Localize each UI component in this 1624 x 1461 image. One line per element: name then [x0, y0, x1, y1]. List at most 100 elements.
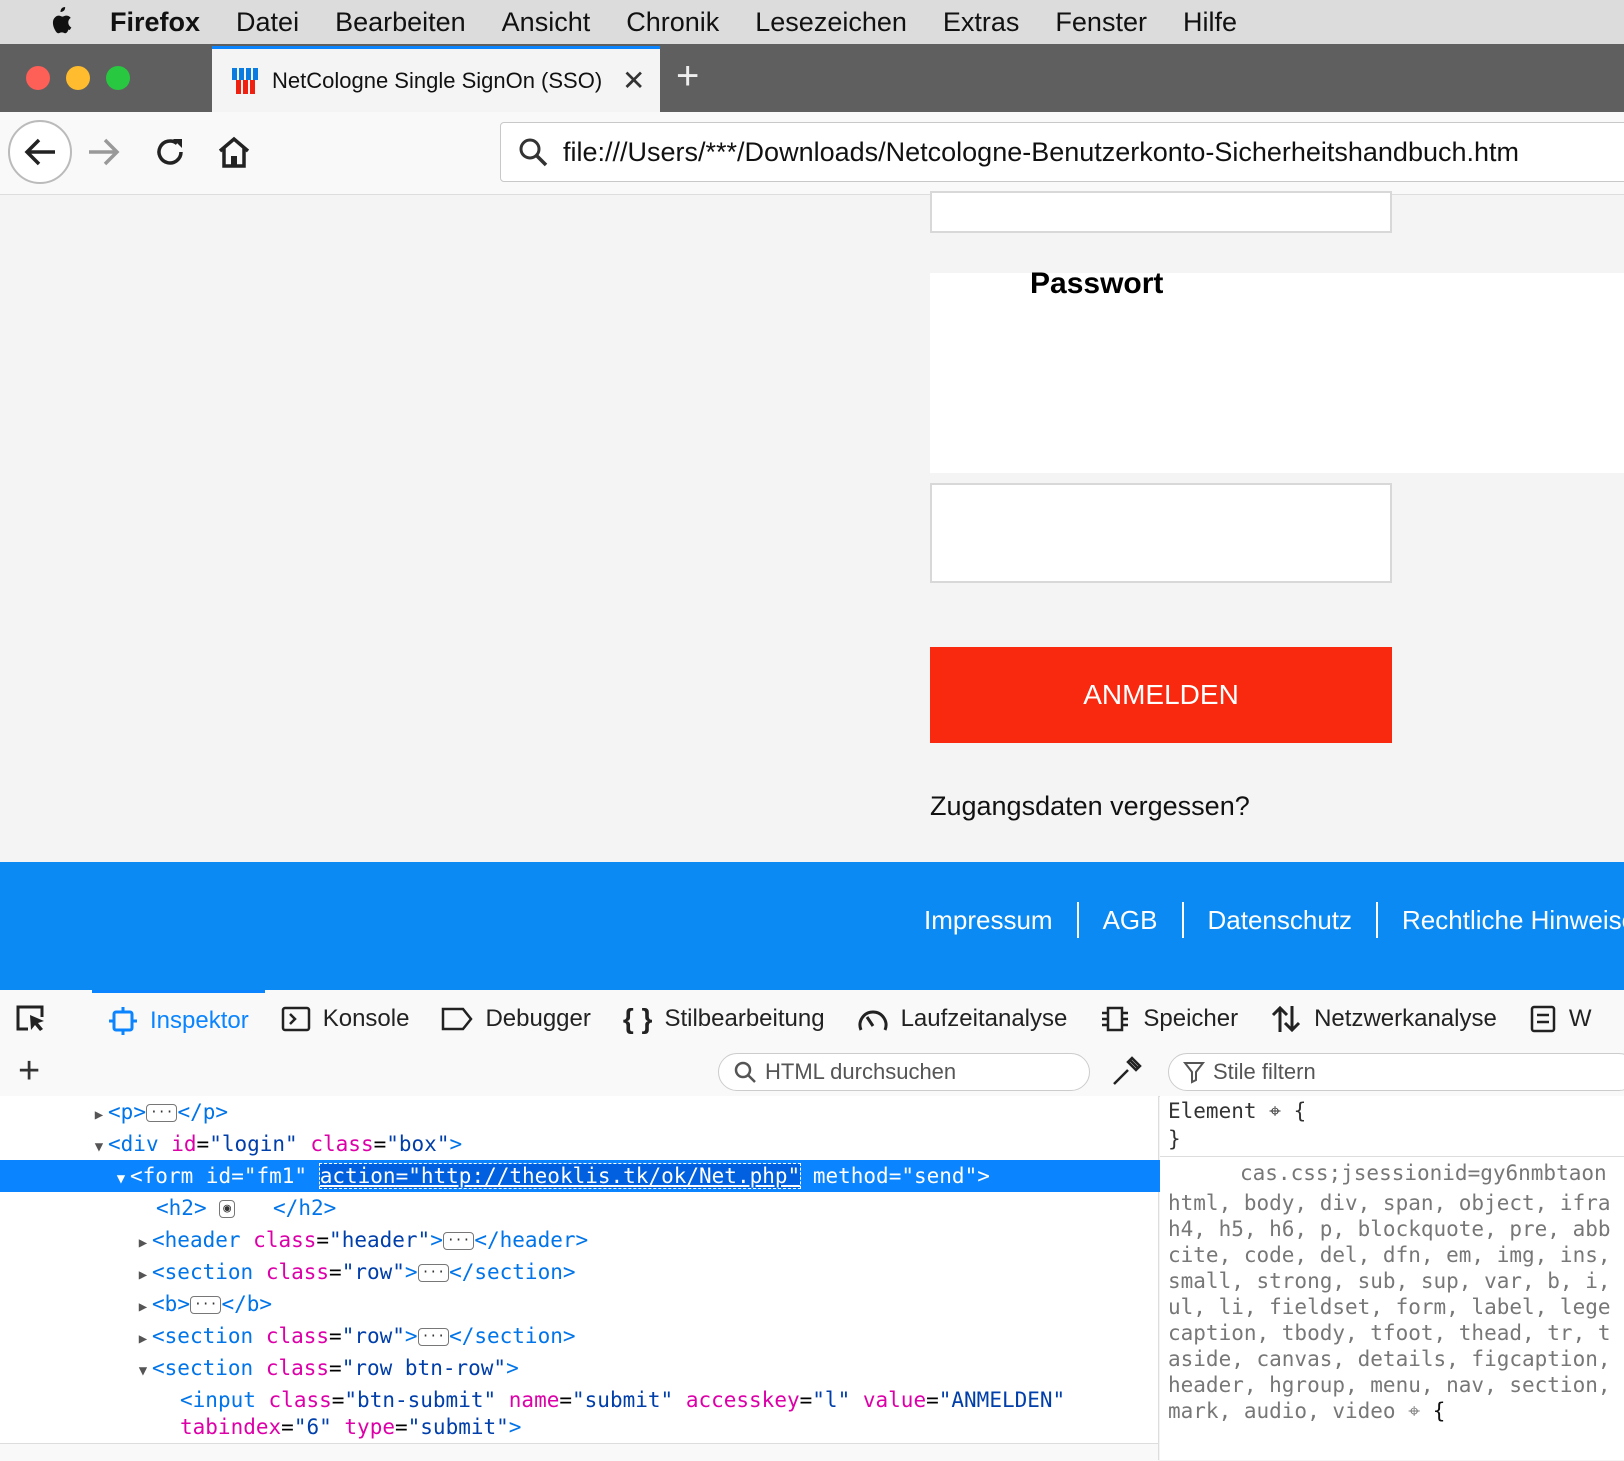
devtools-tab-konsole[interactable]: Konsole [281, 990, 410, 1048]
footer-link-agb[interactable]: AGB [1103, 905, 1158, 936]
new-tab-plus-icon[interactable]: + [676, 54, 699, 99]
markup-node-section-row[interactable]: ▶ <section class="row"> ··· </section> [0, 1256, 1292, 1288]
mac-menu-bar: Firefox Datei Bearbeiten Ansicht Chronik… [0, 0, 1624, 44]
devtools-tab-inspektor[interactable]: Inspektor [92, 990, 265, 1048]
storage-icon [1530, 1005, 1556, 1033]
expand-arrow-icon[interactable]: ▶ [134, 1291, 152, 1323]
reload-button[interactable] [138, 120, 202, 184]
html-search-input[interactable]: HTML durchsuchen [718, 1053, 1090, 1091]
forgot-credentials-link[interactable]: Zugangsdaten vergessen? [930, 791, 1250, 822]
expand-arrow-icon[interactable]: ▶ [134, 1259, 152, 1291]
expand-arrow-icon[interactable]: ▶ [134, 1227, 152, 1259]
menu-extras[interactable]: Extras [943, 7, 1020, 38]
rules-view: Element ⌖ { } cas.css;jsessionid=gy6nmbt… [1160, 1096, 1624, 1460]
footer-separator [1076, 902, 1079, 938]
password-input[interactable] [930, 483, 1392, 583]
anmelden-submit-button[interactable]: ANMELDEN [930, 647, 1392, 743]
url-bar[interactable]: file:///Users/***/Downloads/Netcologne-B… [500, 122, 1624, 182]
collapsed-dots-icon[interactable]: ··· [417, 1264, 450, 1282]
rule-selector-line: mark, audio, video ⌖ { [1168, 1399, 1446, 1423]
markup-node-input-submit-cont[interactable]: tabindex="6" type="submit"> [0, 1411, 1338, 1443]
devtools-tab-netzwerkanalyse[interactable]: Netzwerkanalyse [1270, 990, 1497, 1048]
menu-bearbeiten[interactable]: Bearbeiten [335, 7, 466, 38]
menu-chronik[interactable]: Chronik [626, 7, 719, 38]
back-button[interactable] [8, 120, 72, 184]
footer-separator [1181, 902, 1184, 938]
home-icon [218, 136, 250, 168]
memory-chip-icon [1102, 1006, 1129, 1032]
collapsed-dots-icon[interactable]: ··· [189, 1296, 222, 1314]
element-picker-button[interactable] [14, 990, 62, 1048]
devtools-tab-speicher[interactable]: Speicher [1099, 990, 1238, 1048]
devtools-tab-more[interactable]: W [1529, 990, 1592, 1048]
tab-netcologne-sso[interactable]: NetCologne Single SignOn (SSO) ✕ [212, 46, 660, 112]
footer-link-impressum[interactable]: Impressum [924, 905, 1053, 936]
tab-strip: NetCologne Single SignOn (SSO) ✕ + [0, 44, 1624, 112]
home-button[interactable] [202, 120, 266, 184]
style-filter-input[interactable]: Stile filtern [1168, 1053, 1624, 1091]
collapsed-dots-icon[interactable]: ··· [417, 1328, 450, 1346]
username-input[interactable] [930, 191, 1392, 233]
network-arrows-icon [1272, 1005, 1301, 1033]
rule-selector-line: html, body, div, span, object, ifra [1168, 1191, 1611, 1215]
apple-logo-icon[interactable] [40, 7, 80, 37]
collapsed-dots-icon[interactable]: ··· [145, 1104, 178, 1122]
footer-link-datenschutz[interactable]: Datenschutz [1208, 905, 1353, 936]
expand-arrow-icon[interactable]: ▶ [134, 1323, 152, 1355]
tab-label: Netzwerkanalyse [1314, 1005, 1497, 1032]
navigation-toolbar: file:///Users/***/Downloads/Netcologne-B… [0, 112, 1624, 195]
braces-icon: { } [622, 1003, 653, 1034]
devtools-tab-debugger[interactable]: Debugger [441, 990, 591, 1048]
markup-node-section-row[interactable]: ▶ <section class="row"> ··· </section> [0, 1320, 1292, 1352]
search-icon [519, 138, 548, 167]
filter-placeholder: Stile filtern [1213, 1059, 1316, 1084]
rule-selector-line: caption, tbody, tfoot, thead, tr, t [1168, 1321, 1611, 1345]
maximize-window-button[interactable] [106, 66, 130, 90]
rule-selector-line: aside, canvas, details, figcaption, [1168, 1347, 1611, 1371]
collapse-arrow-icon[interactable]: ▼ [134, 1355, 152, 1387]
eyedropper-button[interactable] [1110, 1054, 1144, 1093]
devtools-tab-laufzeitanalyse[interactable]: Laufzeitanalyse [857, 990, 1067, 1048]
menu-hilfe[interactable]: Hilfe [1183, 7, 1237, 38]
markup-node-b[interactable]: ▶ <b> ··· </b> [0, 1288, 1292, 1320]
add-node-plus-icon[interactable]: + [18, 1050, 40, 1093]
markup-node-header[interactable]: ▶ <header class="header"> ··· </header> [0, 1224, 1292, 1256]
performance-gauge-icon [858, 1010, 888, 1031]
footer-link-rechtliche-hinweise[interactable]: Rechtliche Hinweise [1402, 905, 1624, 936]
menu-datei[interactable]: Datei [236, 7, 299, 38]
close-window-button[interactable] [26, 66, 50, 90]
eyedropper-icon [1113, 1056, 1142, 1085]
devtools-tab-stilbearbeitung[interactable]: { } Stilbearbeitung [623, 990, 825, 1048]
markup-node-section-btn-row[interactable]: ▼ <section class="row btn-row"> [0, 1352, 1292, 1384]
markup-node-h2[interactable]: <h2> ◉ </h2> [0, 1192, 1314, 1224]
tab-label: W [1568, 1005, 1592, 1032]
tab-label: Debugger [485, 1005, 591, 1032]
minimize-window-button[interactable] [66, 66, 90, 90]
filter-funnel-icon [1183, 1062, 1205, 1084]
forward-button[interactable] [72, 120, 136, 184]
app-menu-firefox[interactable]: Firefox [110, 7, 200, 38]
markup-node-p[interactable]: ▶ <p> ··· </p> [0, 1096, 1248, 1128]
form-action-attribute[interactable]: action="http://theoklis.tk/ok/Net.php" [318, 1163, 802, 1189]
menu-fenster[interactable]: Fenster [1055, 7, 1147, 38]
markup-node-div-login[interactable]: ▼ <div id="login" class="box"> [0, 1128, 1248, 1160]
element-node-icon: ⌖ [1269, 1099, 1281, 1123]
expand-arrow-icon[interactable]: ▶ [90, 1099, 108, 1131]
forward-arrow-icon [89, 138, 120, 166]
console-icon [281, 1006, 310, 1032]
collapsed-dots-icon[interactable]: ··· [442, 1232, 475, 1250]
search-icon [734, 1061, 756, 1083]
element-rule[interactable]: Element ⌖ { [1168, 1098, 1306, 1125]
tab-close-icon[interactable]: ✕ [622, 64, 645, 97]
menu-ansicht[interactable]: Ansicht [502, 7, 591, 38]
rule-selector-line: cite, code, del, dfn, em, img, ins, [1168, 1243, 1611, 1267]
menu-lesezeichen[interactable]: Lesezeichen [755, 7, 907, 38]
markup-node-form-fm1[interactable]: ▼ <form id="fm1" action="http://theoklis.… [0, 1160, 1270, 1192]
tab-label: Konsole [322, 1005, 410, 1032]
url-text[interactable]: file:///Users/***/Downloads/Netcologne-B… [563, 137, 1519, 168]
tab-label: Inspektor [150, 1006, 249, 1034]
stylesheet-source-link[interactable]: cas.css;jsessionid=gy6nmbtaon [1240, 1160, 1607, 1187]
collapse-arrow-icon[interactable]: ▼ [90, 1131, 108, 1163]
footer-separator [1376, 902, 1379, 938]
collapse-arrow-icon[interactable]: ▼ [112, 1163, 130, 1195]
